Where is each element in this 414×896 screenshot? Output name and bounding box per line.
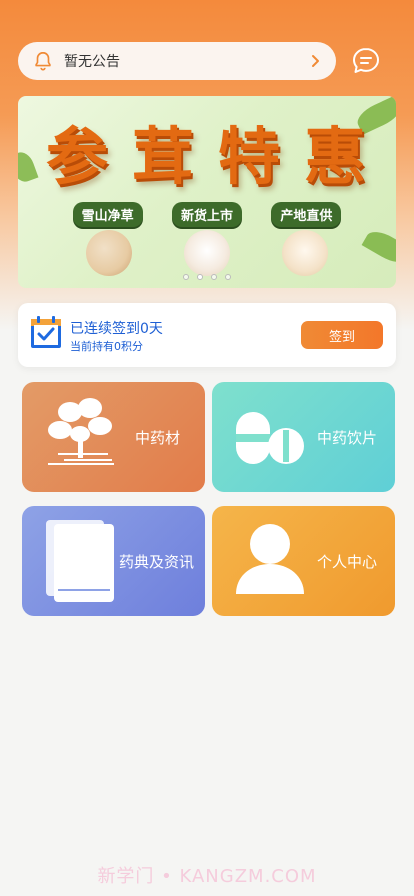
carousel-dot[interactable] (183, 274, 189, 280)
streak-text: 已连续签到0天 (70, 321, 163, 337)
notice-text: 暂无公告 (64, 54, 120, 70)
chat-bubble-icon[interactable] (351, 46, 381, 76)
pills-icon (236, 412, 304, 464)
banner-title: 参 茸 特 惠 (18, 106, 396, 196)
banner-title-char: 特 (218, 120, 283, 193)
tile-decoction-pieces[interactable]: 中药饮片 (212, 382, 395, 492)
signin-card: 已连续签到0天 当前持有0积分 签到 (18, 303, 396, 367)
points-text: 当前持有0积分 (70, 340, 143, 353)
banner-title-char: 茸 (131, 120, 196, 193)
tile-personal-center[interactable]: 个人中心 (212, 506, 395, 616)
banner-products (18, 230, 396, 276)
notice-bar[interactable]: 暂无公告 (18, 42, 336, 80)
herb-slices-image (282, 230, 328, 276)
carousel-dot[interactable] (211, 274, 217, 280)
promo-banner[interactable]: 参 茸 特 惠 雪山净草 新货上市 产地直供 (18, 96, 396, 288)
herb-plant-icon (48, 398, 114, 465)
tile-label: 中药材 (135, 429, 181, 447)
banner-tags: 雪山净草 新货上市 产地直供 (18, 202, 396, 227)
tile-label: 个人中心 (317, 553, 378, 571)
banner-tag: 雪山净草 (72, 202, 143, 227)
bell-icon (35, 51, 51, 71)
banner-tag: 产地直供 (271, 202, 342, 227)
tile-label: 中药饮片 (317, 429, 378, 447)
user-icon (236, 524, 304, 594)
carousel-dot-active[interactable] (197, 274, 203, 280)
tile-pharmacopoeia-news[interactable]: 药典及资讯 (22, 506, 205, 616)
cordyceps-image (86, 230, 132, 276)
antler-slices-image (184, 230, 230, 276)
tile-label: 药典及资讯 (119, 553, 195, 571)
banner-title-char: 惠 (304, 120, 369, 193)
chevron-right-icon (312, 55, 319, 67)
signin-button[interactable]: 签到 (301, 321, 383, 349)
watermark-text: 新学门 • KANGZM.COM (97, 866, 317, 887)
tile-herbs[interactable]: 中药材 (22, 382, 205, 492)
banner-tag: 新货上市 (171, 202, 242, 227)
carousel-dot[interactable] (225, 274, 231, 280)
banner-title-char: 参 (45, 120, 110, 193)
carousel-indicators[interactable] (18, 274, 396, 280)
book-icon (46, 520, 114, 602)
calendar-check-icon (31, 316, 61, 348)
